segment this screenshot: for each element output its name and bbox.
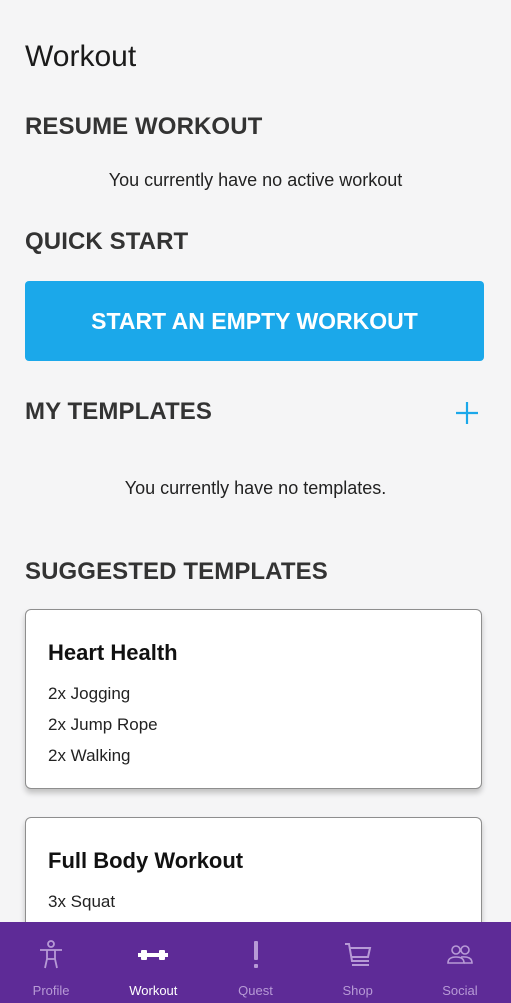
- no-active-workout-message: You currently have no active workout: [108, 170, 403, 190]
- nav-item-quest[interactable]: Quest: [204, 922, 306, 1003]
- nav-item-profile[interactable]: Profile: [0, 922, 102, 1003]
- plus-icon: [456, 402, 478, 424]
- nav-label-profile: Profile: [32, 983, 70, 998]
- add-template-button[interactable]: [452, 398, 482, 428]
- cart-icon: [343, 940, 373, 970]
- nav-item-workout[interactable]: Workout: [102, 922, 204, 1003]
- no-templates-message: You currently have no templates.: [124, 478, 387, 498]
- template-title: Full Body Workout: [48, 848, 244, 873]
- nav-item-social[interactable]: Social: [409, 922, 511, 1003]
- template-exercise: 3x Squat: [48, 892, 116, 911]
- template-exercise: 2x Jogging: [48, 684, 131, 703]
- nav-label-workout: Workout: [129, 983, 178, 998]
- template-title: Heart Health: [48, 640, 178, 665]
- bottom-navigation: Profile Workout Quest Shop Social: [0, 922, 511, 1003]
- page-title: Workout: [25, 40, 137, 73]
- nav-label-shop: Shop: [342, 983, 373, 998]
- my-templates-heading: MY TEMPLATES: [25, 398, 212, 425]
- start-empty-workout-button[interactable]: START AN EMPTY WORKOUT: [25, 281, 484, 361]
- exclamation-icon: [241, 940, 271, 970]
- dumbbell-icon: [138, 940, 169, 970]
- template-card-heart-health[interactable]: Heart Health 2x Jogging 2x Jump Rope 2x …: [25, 609, 482, 789]
- person-icon: [36, 940, 66, 970]
- people-icon: [445, 940, 475, 970]
- workout-screen: Workout RESUME WORKOUT You currently hav…: [0, 0, 511, 1003]
- nav-label-social: Social: [442, 983, 478, 998]
- resume-workout-heading: RESUME WORKOUT: [25, 113, 263, 140]
- nav-label-quest: Quest: [238, 983, 273, 998]
- nav-item-shop[interactable]: Shop: [307, 922, 409, 1003]
- suggested-templates-heading: SUGGESTED TEMPLATES: [25, 558, 328, 585]
- template-exercise: 2x Jump Rope: [48, 715, 158, 734]
- quick-start-heading: QUICK START: [25, 228, 189, 255]
- template-exercise: 2x Walking: [48, 746, 131, 765]
